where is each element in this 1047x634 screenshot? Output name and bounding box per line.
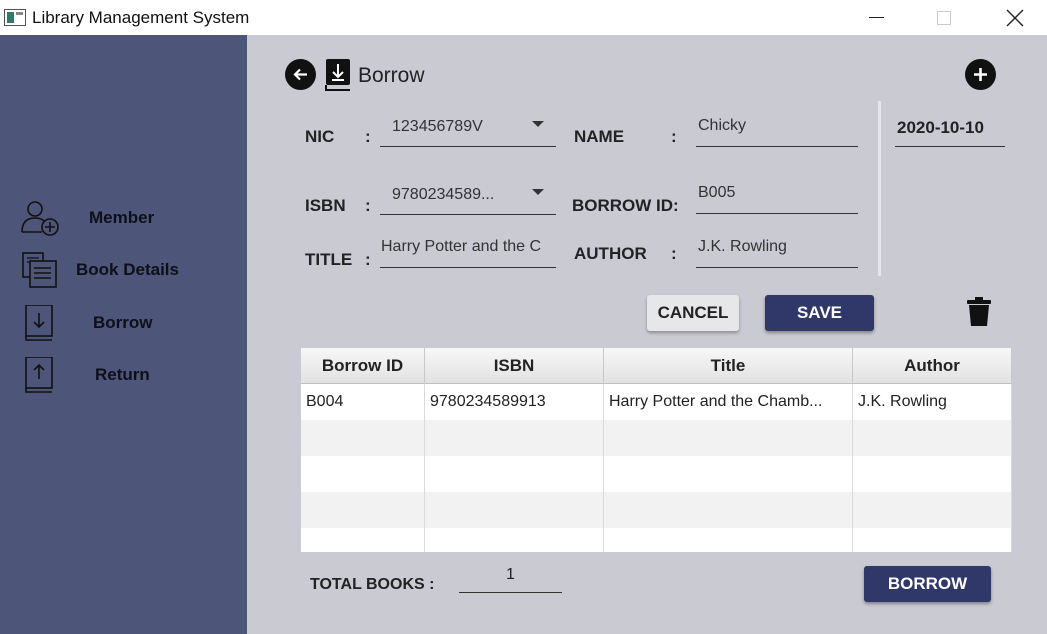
column-header-title[interactable]: Title (604, 348, 853, 384)
cancel-button[interactable]: CANCEL (647, 295, 739, 331)
minimize-button[interactable] (853, 0, 899, 35)
member-add-icon (21, 201, 59, 236)
table-header: Borrow ID ISBN Title Author (301, 348, 1012, 384)
page-title: Borrow (358, 64, 425, 87)
table-cell (301, 528, 425, 552)
borrow-table: Borrow ID ISBN Title Author B004 9780234… (301, 348, 1012, 552)
sidebar-item-label: Return (95, 365, 150, 384)
trash-icon[interactable] (966, 297, 992, 327)
sidebar-item-member[interactable]: Member (0, 196, 247, 240)
title-field[interactable]: Harry Potter and the C (380, 234, 556, 268)
close-button[interactable] (992, 0, 1038, 35)
table-row-empty (301, 528, 1012, 552)
nic-label: NIC (305, 127, 335, 146)
table-cell (853, 492, 1012, 528)
table-cell (301, 420, 425, 456)
maximize-icon (937, 10, 951, 25)
chevron-down-icon (532, 189, 544, 195)
table-cell (853, 420, 1012, 456)
table-cell: B004 (301, 384, 425, 420)
sidebar-item-borrow[interactable]: Borrow (0, 301, 247, 345)
chevron-down-icon (532, 121, 544, 127)
colon: : (365, 127, 371, 146)
borrow-book-icon (25, 305, 53, 341)
colon: : (671, 127, 677, 146)
sidebar-item-book-details[interactable]: Book Details (0, 248, 247, 292)
minimize-icon (868, 17, 884, 18)
sidebar-item-return[interactable]: Return (0, 353, 247, 397)
borrow-id-field[interactable]: B005 (696, 180, 858, 214)
table-cell: 9780234589913 (425, 384, 604, 420)
close-icon (1006, 9, 1024, 26)
colon: : (365, 250, 371, 269)
save-button[interactable]: SAVE (765, 295, 874, 331)
total-books-label: TOTAL BOOKS : (310, 576, 435, 593)
table-cell (604, 420, 853, 456)
vertical-divider (878, 101, 881, 276)
return-book-icon (25, 357, 53, 393)
sidebar: Member Book Details Borrow Return (0, 35, 247, 634)
column-header-isbn[interactable]: ISBN (425, 348, 604, 384)
title-bar: Library Management System (0, 0, 1047, 35)
column-header-author[interactable]: Author (853, 348, 1012, 384)
table-cell (604, 528, 853, 552)
table-cell (604, 456, 853, 492)
table-cell (301, 492, 425, 528)
sidebar-item-label: Borrow (93, 313, 153, 332)
table-cell (853, 456, 1012, 492)
table-row-empty (301, 456, 1012, 492)
arrow-left-icon (293, 68, 307, 81)
back-button[interactable] (285, 59, 316, 90)
book-details-icon (22, 252, 57, 288)
author-field[interactable]: J.K. Rowling (696, 234, 858, 268)
name-field[interactable]: Chicky (696, 113, 858, 147)
window-title: Library Management System (32, 8, 250, 27)
colon: : (671, 244, 677, 263)
sidebar-item-label: Book Details (76, 260, 179, 279)
table-row[interactable]: B004 9780234589913 Harry Potter and the … (301, 384, 1012, 420)
colon: : (365, 196, 371, 215)
name-value: Chicky (698, 117, 747, 134)
table-cell (425, 528, 604, 552)
borrow-header-icon (325, 59, 350, 91)
borrow-id-label: BORROW ID: (572, 196, 679, 215)
table-cell (853, 528, 1012, 552)
borrow-button[interactable]: BORROW (864, 566, 991, 602)
nic-combobox[interactable]: 123456789V (380, 113, 556, 147)
main-panel: Borrow NIC : 123456789V NAME : Chicky 20… (247, 35, 1047, 634)
column-header-borrow-id[interactable]: Borrow ID (301, 348, 425, 384)
isbn-label: ISBN (305, 196, 346, 215)
app-icon (4, 9, 26, 26)
isbn-value: 9780234589... (392, 186, 495, 203)
table-cell (604, 492, 853, 528)
title-value: Harry Potter and the C (381, 238, 542, 255)
borrow-id-value: B005 (698, 184, 736, 201)
table-cell: Harry Potter and the Chamb... (604, 384, 853, 420)
isbn-combobox[interactable]: 9780234589... (380, 181, 556, 215)
sidebar-item-label: Member (89, 208, 155, 227)
maximize-button[interactable] (921, 0, 967, 35)
table-cell: J.K. Rowling (853, 384, 1012, 420)
plus-icon (974, 68, 987, 81)
date-field[interactable]: 2020-10-10 (895, 113, 1005, 147)
table-row-empty (301, 492, 1012, 528)
name-label: NAME (574, 127, 625, 146)
title-label: TITLE (305, 250, 353, 269)
add-button[interactable] (965, 59, 996, 90)
table-cell (425, 420, 604, 456)
table-cell (425, 456, 604, 492)
date-value: 2020-10-10 (897, 118, 984, 137)
author-value: J.K. Rowling (698, 238, 787, 255)
author-label: AUTHOR (574, 244, 647, 263)
nic-value: 123456789V (392, 118, 483, 135)
table-cell (301, 456, 425, 492)
total-books-value: 1 (459, 562, 562, 593)
table-row-empty (301, 420, 1012, 456)
table-cell (425, 492, 604, 528)
